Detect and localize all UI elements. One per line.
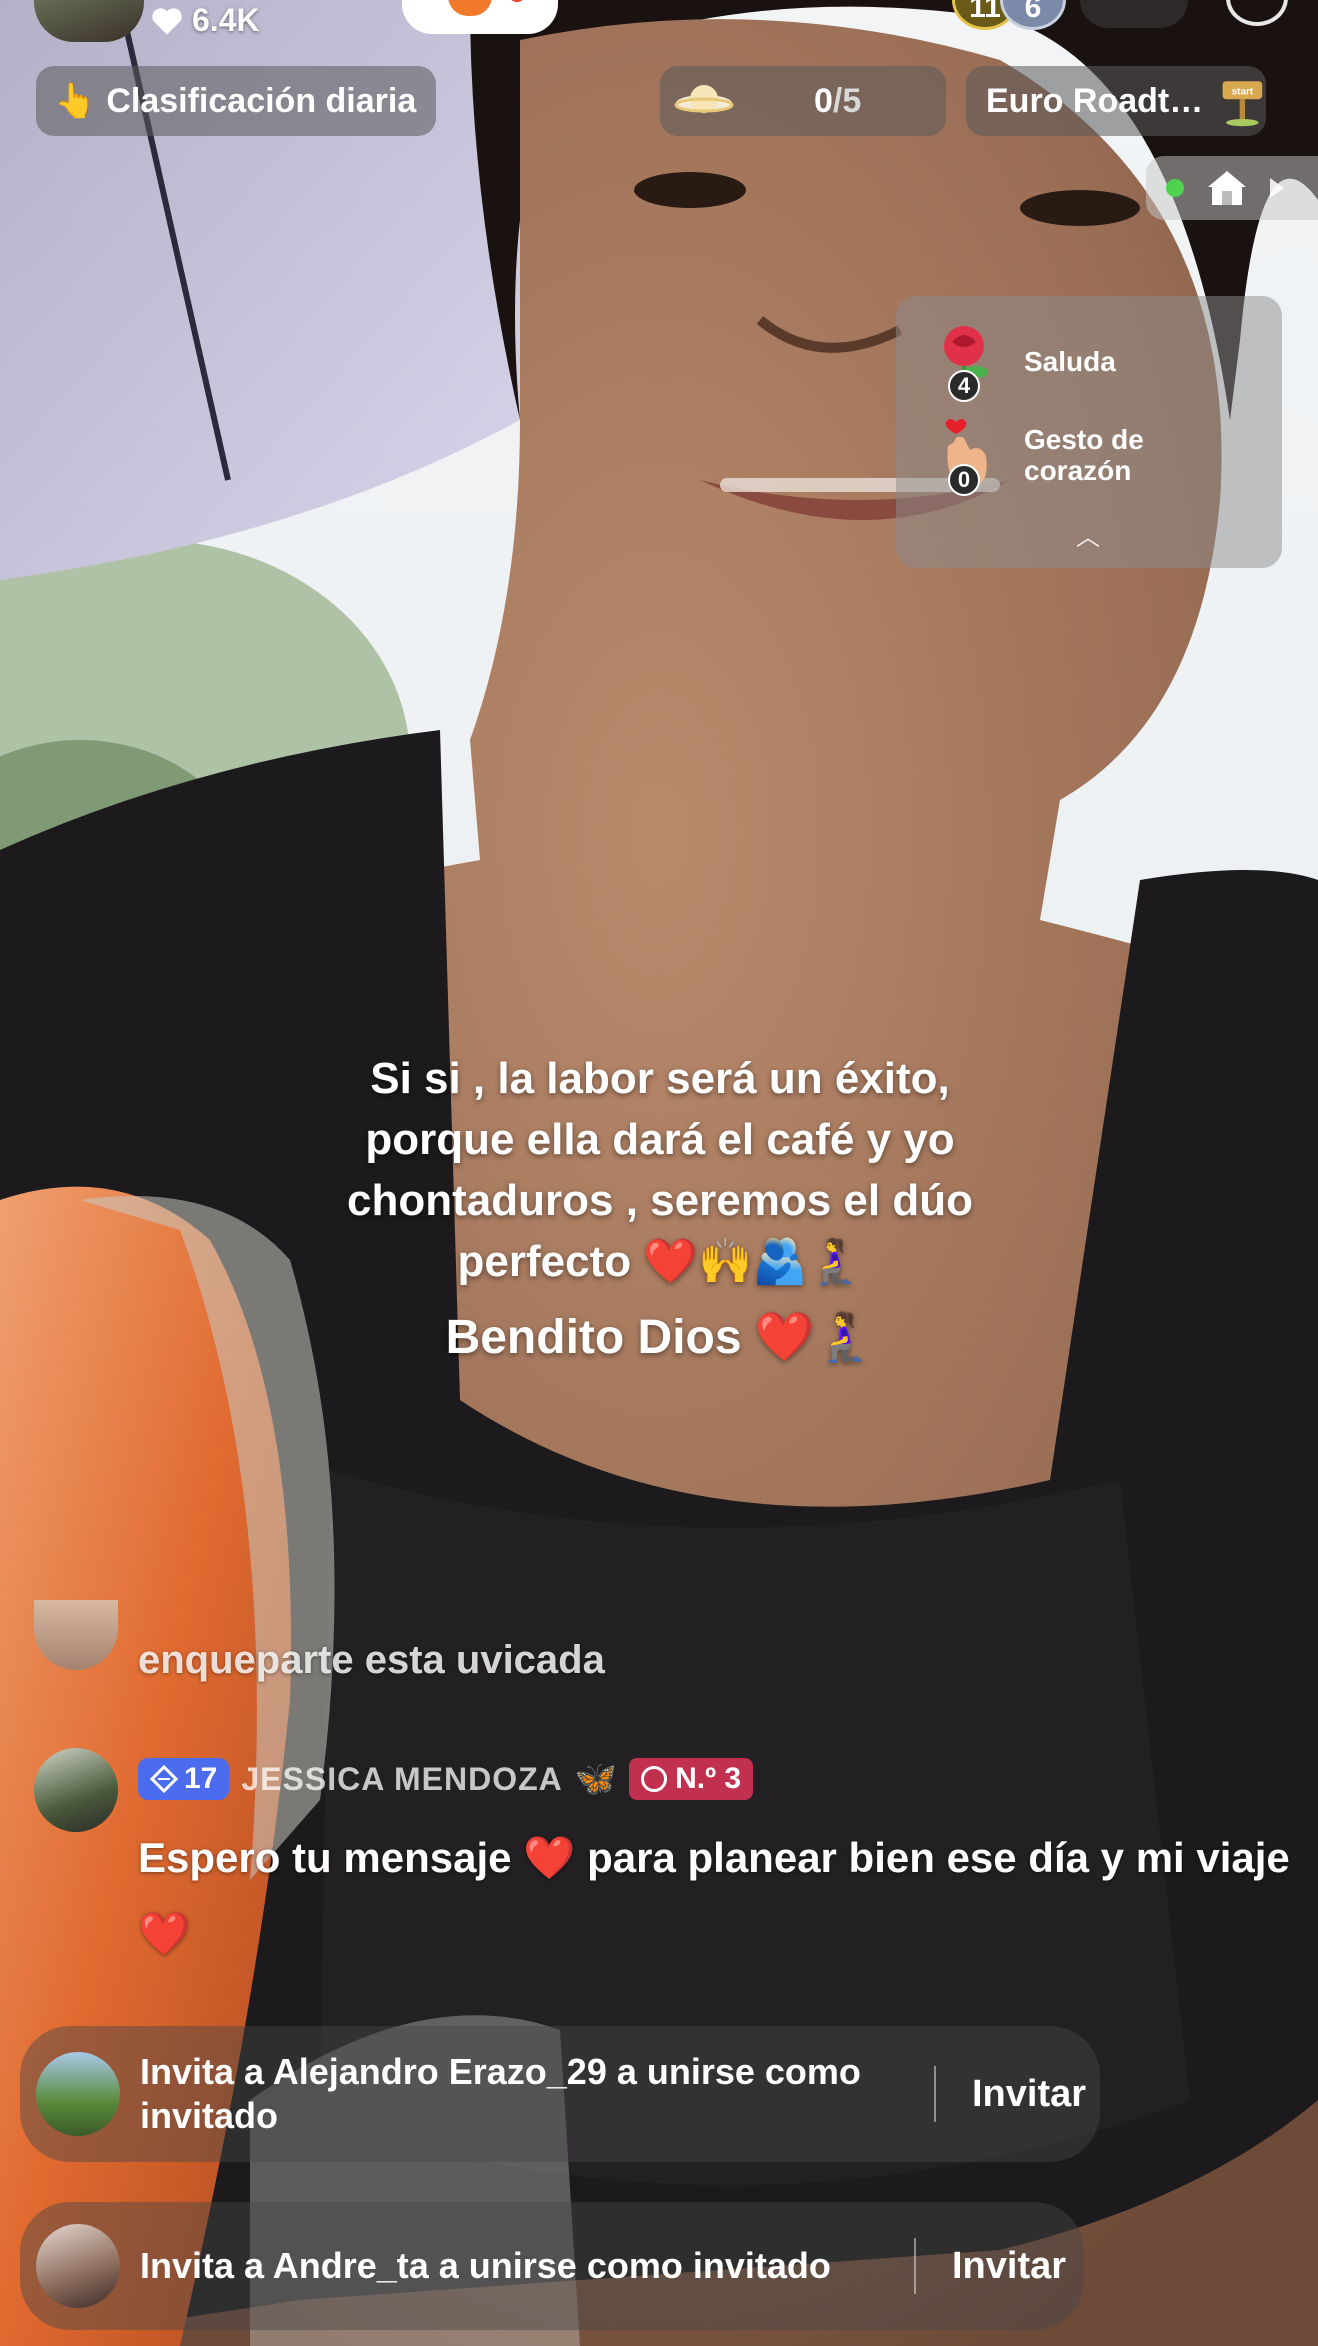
event-title: Euro Roadt… [986, 81, 1204, 120]
chat-message-meta: 17 JESSICA MENDOZA 🦋 N.º 3 [138, 1758, 754, 1800]
red-heart-icon: ❤️ [523, 1834, 576, 1881]
caption-blessing: Bendito Dios ❤️🧎‍♀️ [445, 1311, 875, 1364]
guest-invite-banner[interactable]: Invita a Alejandro Erazo_29 a unirse com… [20, 2026, 1100, 2162]
chat-avatar[interactable] [34, 1748, 118, 1832]
diamond-icon [150, 1765, 178, 1793]
invite-message: Invita a Alejandro Erazo_29 a unirse com… [140, 2051, 861, 2136]
daily-ranking-label: Clasificación diaria [106, 81, 417, 120]
gift-shortcuts-panel: 4 Saluda 0 Gesto de corazón ︿ [896, 296, 1282, 568]
caption-line: Si si , la labor será un éxito, [370, 1054, 950, 1103]
follow-button[interactable] [402, 0, 558, 34]
rose-icon: 4 [930, 322, 1000, 402]
daily-ranking-pill[interactable]: 👆 Clasificación diaria [36, 66, 436, 136]
planet-icon [674, 85, 734, 113]
heart-icon [152, 7, 182, 35]
close-icon[interactable] [1226, 0, 1288, 26]
live-caption: Si si , la labor será un éxito, porque e… [300, 1048, 1020, 1292]
event-pill[interactable]: Euro Roadt… start [966, 66, 1266, 136]
live-mini-controls[interactable] [1146, 156, 1318, 220]
start-sign-icon: start [1222, 81, 1263, 127]
finger-heart-icon: 0 [930, 416, 1000, 496]
user-level-badge[interactable]: 17 [138, 1758, 230, 1800]
gift-count: 4 [948, 370, 980, 402]
likes-counter: 6.4K [150, 2, 260, 39]
gift-label: Gesto de corazón [1024, 424, 1144, 486]
divider [914, 2238, 916, 2294]
red-heart-icon: ❤️ [138, 1910, 191, 1957]
caption-line: porque ella dará el café y yo [365, 1115, 955, 1164]
gift-label: Saluda [1024, 345, 1116, 377]
medal-icon [641, 1766, 668, 1792]
top-viewer-badge[interactable]: 6 [1000, 0, 1066, 30]
invite-button[interactable]: Invitar [952, 2245, 1066, 2288]
collapse-chevron-icon[interactable]: ︿ [1076, 517, 1100, 552]
pointing-hand-icon: 👆 [54, 82, 97, 120]
top-viewers[interactable]: 11 6 [952, 0, 1066, 30]
invite-button[interactable]: Invitar [972, 2073, 1086, 2116]
invitee-avatar[interactable] [36, 2224, 120, 2308]
goal-progress-pill[interactable]: 0/5 [660, 66, 946, 136]
guest-invite-banner[interactable]: Invita a Andre_ta a unirse como invitado… [20, 2202, 1084, 2330]
host-avatar[interactable] [34, 0, 144, 42]
caption-line: perfecto ❤️🙌🫂🧎‍♀️ [457, 1237, 863, 1286]
gift-count: 0 [948, 464, 980, 496]
caption-line: chontaduros , seremos el dúo [347, 1176, 973, 1225]
divider [934, 2066, 936, 2122]
gift-item-saluda[interactable]: 4 Saluda [930, 322, 1194, 402]
home-icon[interactable] [1206, 169, 1248, 207]
invitee-avatar[interactable] [36, 2052, 120, 2136]
chat-message-text: Espero tu mensaje ❤️ para planear bien e… [138, 1834, 1290, 1957]
goal-progress-count: 0/5 [814, 81, 862, 120]
online-status-dot [1166, 179, 1184, 197]
gift-item-gesto-de-corazon[interactable]: 0 Gesto de corazón [930, 416, 1194, 496]
follow-heart-icon [448, 0, 492, 16]
top-bar: 6.4K 11 6 [0, 0, 1318, 50]
viewer-count-pill[interactable] [1080, 0, 1188, 28]
play-arrow-icon[interactable] [1270, 178, 1284, 198]
svg-text:start: start [1232, 87, 1254, 98]
follow-mark-icon [508, 0, 526, 2]
chat-username[interactable]: JESSICA MENDOZA [241, 1761, 562, 1798]
likes-count: 6.4K [192, 2, 260, 38]
gifter-rank-badge[interactable]: N.º 3 [629, 1758, 754, 1800]
chat-message-previous: enqueparte esta uvicada [138, 1638, 605, 1682]
invite-message: Invita a Andre_ta a unirse como invitado [140, 2245, 831, 2286]
butterfly-icon: 🦋 [574, 1760, 618, 1798]
